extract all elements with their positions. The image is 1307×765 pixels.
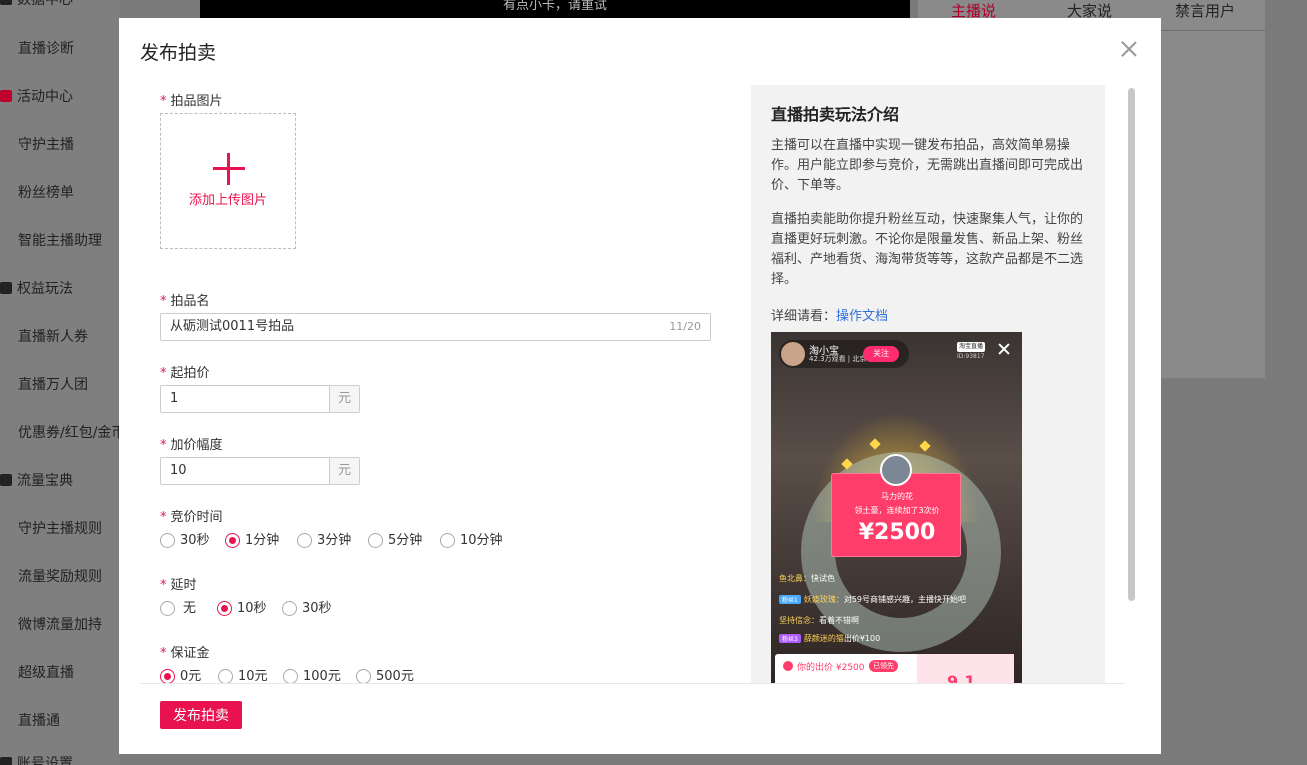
comment-item: 鱼北鼻：快试色	[779, 574, 835, 583]
bidder-avatar	[880, 454, 912, 486]
chart-icon	[0, 0, 12, 5]
sidebar-item-live-diagnosis[interactable]: 直播诊断	[18, 37, 74, 61]
sidebar-group-activity-center[interactable]: 活动中心	[0, 85, 73, 109]
live-id: ID:93817	[957, 353, 985, 360]
calendar-icon	[0, 90, 12, 102]
user-icon	[0, 757, 12, 765]
close-icon[interactable]	[1118, 38, 1140, 60]
preview-close-icon	[997, 342, 1011, 356]
sidebar-item-guard-anchor[interactable]: 守护主播	[18, 133, 74, 157]
sidebar-item-guard-rules[interactable]: 守护主播规则	[18, 517, 102, 541]
publish-auction-modal: 发布拍卖 * 拍品图片 添加上传图片 * 拍品名 从砺测试0011号拍品 11/20…	[119, 18, 1161, 754]
doc-link[interactable]: 操作文档	[836, 309, 888, 324]
sidebar-item-smart-assistant[interactable]: 智能主播助理	[18, 229, 102, 253]
sidebar-group-traffic[interactable]: 流量宝典	[0, 469, 73, 493]
increment-input[interactable]: 10	[161, 458, 329, 484]
live-badge: 淘宝直播	[957, 342, 985, 352]
comment-item: 粉丝1 妖娆玫瑰：对59号商铺感兴趣，主播快开始吧	[779, 594, 966, 605]
comment-item: 粉丝3 薛颜迷的猫出价¥100	[779, 633, 880, 644]
sidebar-group-benefits[interactable]: 权益玩法	[0, 277, 73, 301]
live-preview-image: 淘小宝 42.3万观看 | 北京 关注 淘宝直播 ID:93817 马力的花 领…	[771, 332, 1022, 683]
plus-icon	[213, 153, 245, 185]
sidebar-group-account[interactable]: 账号设置	[0, 752, 73, 765]
start-price-input[interactable]: 1	[161, 386, 329, 412]
sidebar-item-coupons[interactable]: 优惠券/红包/金币	[18, 421, 120, 445]
start-price-label: * 起拍价	[160, 366, 210, 381]
gift-icon	[0, 282, 12, 294]
increment-unit: 元	[329, 458, 359, 484]
image-label: * 拍品图片	[160, 94, 223, 109]
sidebar-group-data-center[interactable]: 数据中心	[0, 0, 73, 12]
start-price-field: 1 元	[160, 385, 360, 413]
increment-label: * 加价幅度	[160, 438, 223, 453]
deposit-label: * 保证金	[160, 646, 210, 661]
bidder-name: 马力的花	[881, 492, 913, 501]
auction-name-input[interactable]: 从砺测试0011号拍品 11/20	[160, 313, 711, 341]
sidebar-item-live-pass[interactable]: 直播通	[18, 709, 60, 733]
upload-text: 添加上传图片	[188, 193, 267, 208]
publish-auction-button[interactable]: 发布拍卖	[160, 701, 242, 729]
intro-paragraph-1: 主播可以在直播中实现一键发布拍品，高效简单易操作。用户能立即参与竞价，无需跳出直…	[771, 138, 1084, 193]
image-upload[interactable]: 添加上传图片	[160, 113, 296, 249]
intro-title: 直播拍卖玩法介绍	[771, 105, 900, 124]
bid-right-number: 9.1	[947, 672, 976, 683]
comment-item: 坚持信念：看着不错啊	[779, 616, 859, 625]
sidebar-item-group-buy[interactable]: 直播万人团	[18, 373, 88, 397]
streamer-sub: 42.3万观看 | 北京	[809, 355, 867, 363]
tab-muted-users[interactable]: 禁言用户	[1175, 0, 1235, 21]
bid-desc: 领土豪，连续加了3次价	[854, 506, 940, 515]
leading-badge: 已领先	[869, 660, 898, 672]
intro-paragraph-2: 直播拍卖能助你提升粉丝互动，快速聚集人气，让你的直播更好玩刺激。不论你是限量发售…	[771, 212, 1084, 287]
modal-title: 发布拍卖	[140, 42, 217, 64]
auction-intro-panel: 直播拍卖玩法介绍 主播可以在直播中实现一键发布拍品，高效简单易操作。用户能立即参…	[751, 85, 1105, 683]
bid-icon	[783, 661, 793, 671]
doc-link-row: 详细请看：操作文档	[771, 309, 889, 324]
my-bid-text: 你的出价 ¥2500	[797, 663, 865, 673]
scrollbar-thumb[interactable]	[1128, 88, 1135, 601]
sidebar: 数据中心 直播诊断 活动中心 守护主播 粉丝榜单 智能主播助理 权益玩法 直播新…	[0, 0, 120, 765]
follow-button: 关注	[863, 346, 899, 362]
delay-label: * 延时	[160, 578, 197, 593]
auction-form: * 拍品图片 添加上传图片 * 拍品名 从砺测试0011号拍品 11/20 * 起拍价…	[160, 88, 720, 684]
trend-icon	[0, 474, 12, 486]
increment-field: 10 元	[160, 457, 360, 485]
bid-price: ¥2500	[858, 520, 936, 545]
streamer-avatar	[781, 342, 805, 366]
sidebar-item-weibo-traffic[interactable]: 微博流量加持	[18, 613, 102, 637]
sidebar-item-super-live[interactable]: 超级直播	[18, 661, 74, 685]
char-counter: 11/20	[669, 320, 701, 333]
bid-time-label: * 竞价时间	[160, 510, 223, 525]
start-price-unit: 元	[329, 386, 359, 412]
video-banner: 有点小卡，请重试	[502, 0, 607, 13]
sidebar-item-traffic-rules[interactable]: 流量奖励规则	[18, 565, 102, 589]
name-label: * 拍品名	[160, 294, 210, 309]
sidebar-item-fan-rank[interactable]: 粉丝榜单	[18, 181, 74, 205]
footer-divider	[140, 683, 1125, 684]
sidebar-item-new-user-coupon[interactable]: 直播新人券	[18, 325, 88, 349]
